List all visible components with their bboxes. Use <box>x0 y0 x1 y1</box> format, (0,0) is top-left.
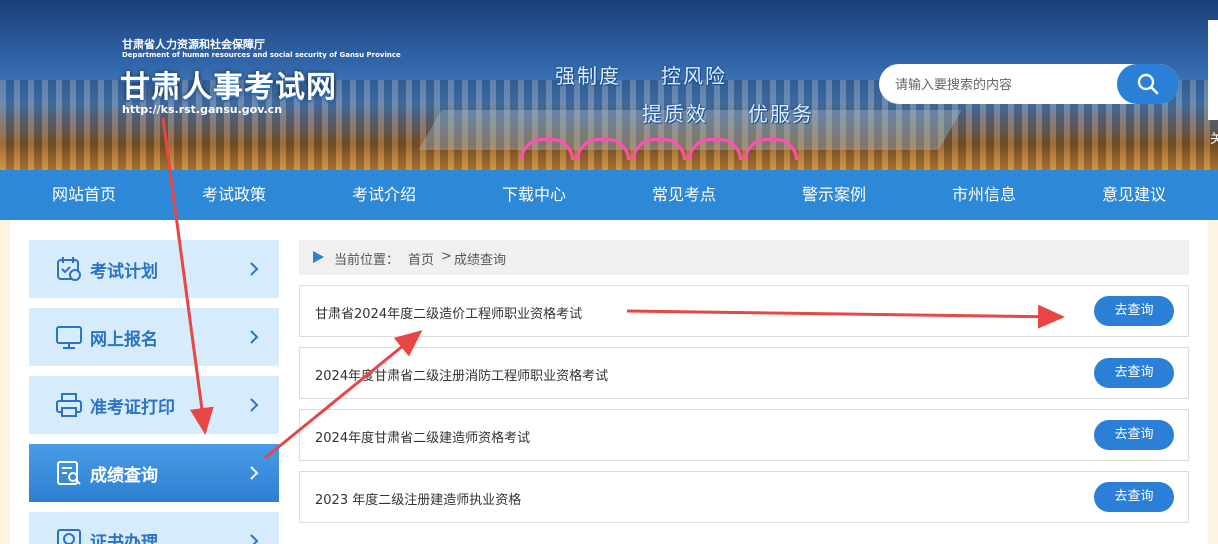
exam-title[interactable]: 2024年度甘肃省二级建造师资格考试 <box>315 427 530 446</box>
list-item: 2024年度甘肃省二级注册消防工程师职业资格考试 去查询 <box>299 347 1189 399</box>
org-name-cn: 甘肃省人力资源和社会保障厅 <box>122 38 265 51</box>
nav-item-cases[interactable]: 警示案例 <box>759 170 909 220</box>
query-button[interactable]: 去查询 <box>1094 296 1174 326</box>
breadcrumb-prefix: 当前位置： <box>334 253 400 268</box>
sidebar-item-admission-ticket[interactable]: 准考证打印 <box>29 376 279 434</box>
sidebar-item-label: 准考证打印 <box>90 397 175 418</box>
site-title[interactable]: 甘肃人事考试网 <box>120 62 337 106</box>
chevron-right-icon <box>250 534 259 544</box>
exam-title[interactable]: 甘肃省2024年度二级造价工程师职业资格考试 <box>315 303 582 322</box>
bridge-decoration <box>520 138 810 162</box>
printer-icon <box>56 393 82 417</box>
sidebar-item-online-registration[interactable]: 网上报名 <box>29 308 279 366</box>
header-banner: 甘肃省人力资源和社会保障厅 Department of human resour… <box>0 0 1218 170</box>
sidebar-item-label: 成绩查询 <box>90 465 158 486</box>
search-document-icon <box>57 461 81 485</box>
sidebar-item-label: 网上报名 <box>90 329 158 350</box>
breadcrumb-current: 成绩查询 <box>454 253 507 268</box>
nav-item-venues[interactable]: 常见考点 <box>609 170 759 220</box>
certificate-icon <box>57 529 81 544</box>
sidebar-item-label: 考试计划 <box>90 261 158 282</box>
search-button[interactable] <box>1117 64 1179 104</box>
edge-text: 关 <box>1210 132 1218 147</box>
main-nav: 网站首页 考试政策 考试介绍 下载中心 常见考点 警示案例 市州信息 意见建议 <box>0 170 1218 220</box>
sidebar-item-score-query[interactable]: 成绩查询 <box>29 444 279 502</box>
sidebar-item-certificate[interactable]: 证书办理 <box>29 512 279 544</box>
nav-item-feedback[interactable]: 意见建议 <box>1059 170 1209 220</box>
chevron-right-icon <box>250 398 259 412</box>
triangle-right-icon <box>313 251 324 263</box>
query-button[interactable]: 去查询 <box>1094 420 1174 450</box>
qr-code-edge <box>1208 20 1218 120</box>
slogan-3: 提质效 <box>642 102 708 126</box>
nav-item-download[interactable]: 下载中心 <box>459 170 609 220</box>
search-icon <box>1137 73 1159 95</box>
calendar-check-icon <box>57 257 81 281</box>
site-url: http://ks.rst.gansu.gov.cn <box>122 103 283 116</box>
exam-title[interactable]: 2024年度甘肃省二级注册消防工程师职业资格考试 <box>315 365 608 384</box>
query-button[interactable]: 去查询 <box>1094 358 1174 388</box>
query-button[interactable]: 去查询 <box>1094 482 1174 512</box>
search-box <box>879 64 1179 106</box>
org-name-en: Department of human resources and social… <box>122 51 401 59</box>
list-item: 甘肃省2024年度二级造价工程师职业资格考试 去查询 <box>299 285 1189 337</box>
sidebar-item-label: 证书办理 <box>90 533 158 544</box>
search-input[interactable] <box>893 64 1117 106</box>
slogan-1: 强制度 <box>555 64 621 88</box>
chevron-right-icon <box>250 466 259 480</box>
chevron-right-icon <box>250 262 259 276</box>
nav-item-intro[interactable]: 考试介绍 <box>309 170 459 220</box>
monitor-icon <box>56 326 82 349</box>
sidebar-item-exam-plan[interactable]: 考试计划 <box>29 240 279 298</box>
breadcrumb-separator: > <box>441 249 452 264</box>
breadcrumb-home-link[interactable]: 首页 <box>408 249 434 268</box>
slogan-2: 控风险 <box>661 64 727 88</box>
exam-title[interactable]: 2023 年度二级注册建造师执业资格 <box>315 489 521 508</box>
nav-item-city-info[interactable]: 市州信息 <box>909 170 1059 220</box>
list-item: 2023 年度二级注册建造师执业资格 去查询 <box>299 471 1189 523</box>
chevron-right-icon <box>250 330 259 344</box>
slogan-4: 优服务 <box>748 102 814 126</box>
nav-item-policy[interactable]: 考试政策 <box>159 170 309 220</box>
list-item: 2024年度甘肃省二级建造师资格考试 去查询 <box>299 409 1189 461</box>
breadcrumb: 当前位置： 首页 > 成绩查询 <box>299 240 1189 275</box>
nav-item-home[interactable]: 网站首页 <box>9 170 159 220</box>
